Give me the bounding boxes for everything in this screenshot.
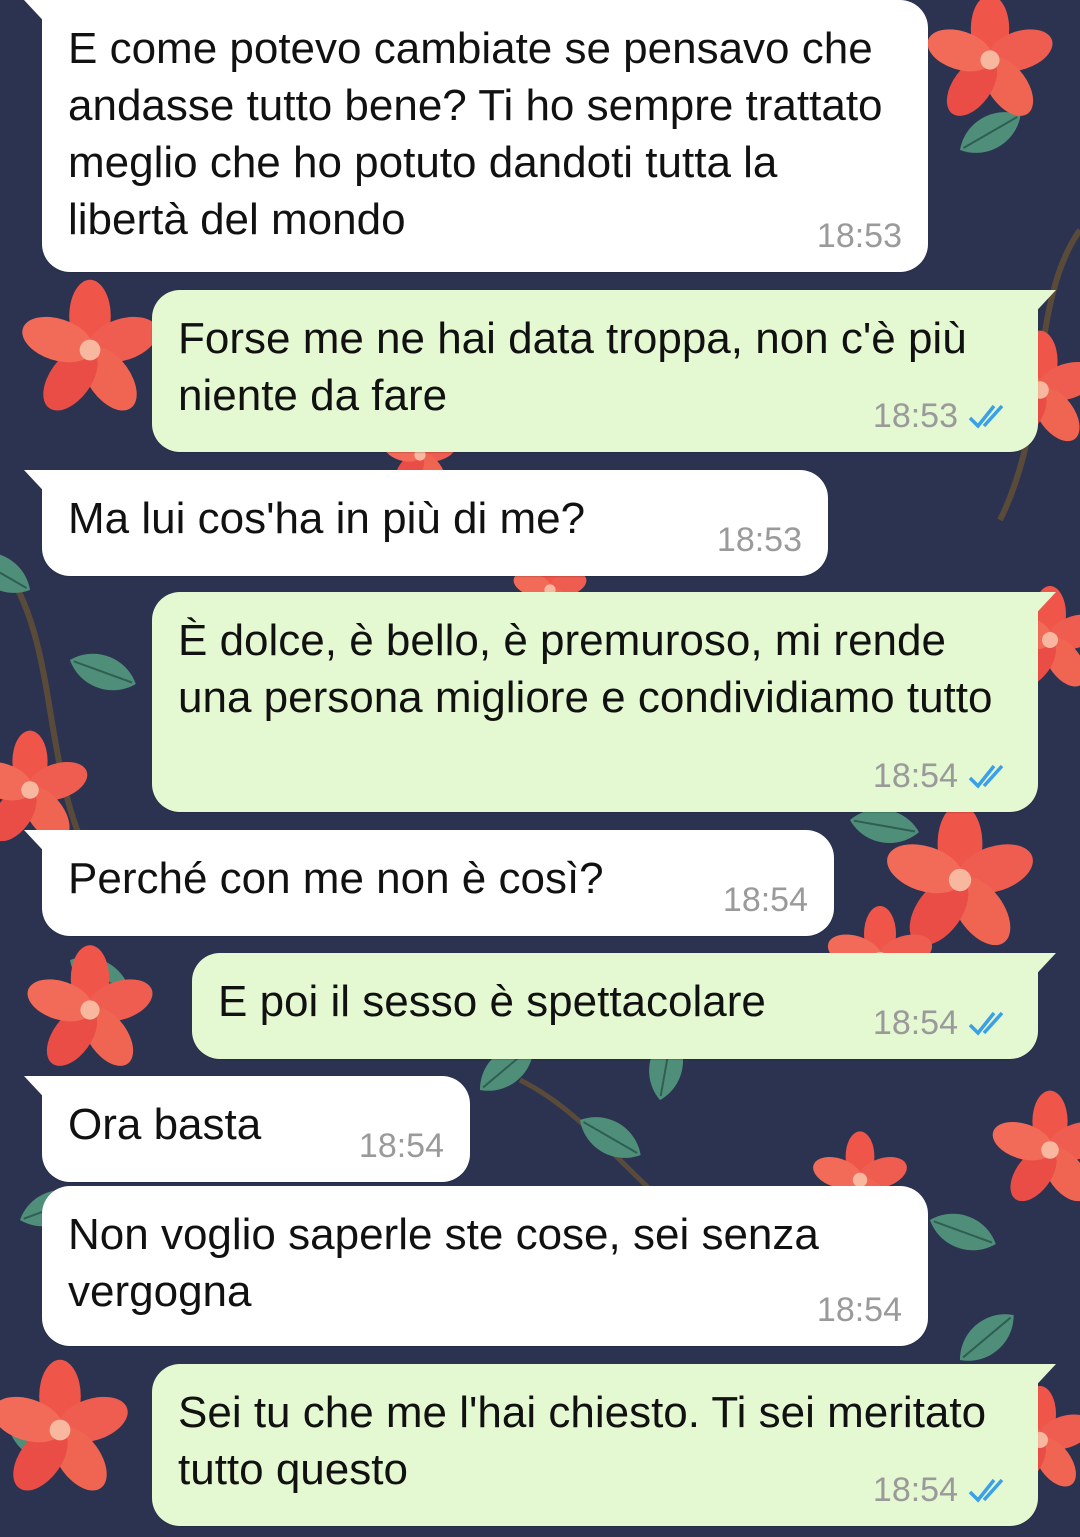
message-bubble-outgoing[interactable]: E poi il sesso è spettacolare 18:54 bbox=[192, 953, 1056, 1059]
bubble-tail bbox=[24, 0, 52, 30]
message-bubble-outgoing[interactable]: Forse me ne hai data troppa, non c'è più… bbox=[152, 290, 1056, 452]
message-bubble-outgoing[interactable]: Sei tu che me l'hai chiesto. Ti sei meri… bbox=[152, 1364, 1056, 1526]
message-time: 18:54 bbox=[358, 1127, 444, 1165]
message-meta: 18:54 bbox=[817, 1290, 902, 1330]
bubble-tail bbox=[1028, 290, 1056, 320]
bubble-tail bbox=[24, 470, 52, 500]
message-meta: 18:53 bbox=[873, 396, 1012, 436]
bubble-tail bbox=[1028, 1364, 1056, 1394]
bubble-tail bbox=[24, 830, 52, 860]
message-bubble-incoming[interactable]: Ma lui cos'ha in più di me? 18:53 bbox=[24, 470, 828, 576]
message-text: È dolce, è bello, è premuroso, mi rende … bbox=[178, 616, 993, 722]
message-meta: 18:54 bbox=[723, 880, 808, 920]
bubble-tail bbox=[24, 1076, 52, 1106]
double-check-icon bbox=[968, 764, 1004, 789]
message-meta: 18:54 bbox=[873, 1470, 1012, 1510]
message-time: 18:54 bbox=[872, 757, 958, 795]
message-bubble-incoming[interactable]: Perché con me non è così? 18:54 bbox=[24, 830, 834, 936]
message-text: E come potevo cambiate se pensavo che an… bbox=[68, 24, 895, 244]
message-text: Perché con me non è così? bbox=[68, 854, 604, 903]
message-text: Ma lui cos'ha in più di me? bbox=[68, 494, 586, 543]
message-time: 18:54 bbox=[872, 1004, 958, 1042]
message-meta: 18:53 bbox=[717, 520, 802, 560]
message-bubble-incoming[interactable]: Ora basta 18:54 bbox=[24, 1076, 470, 1182]
message-text: Non voglio saperle ste cose, sei senza v… bbox=[68, 1210, 832, 1316]
message-meta: 18:54 bbox=[873, 1003, 1012, 1043]
message-bubble-outgoing[interactable]: È dolce, è bello, è premuroso, mi rende … bbox=[152, 592, 1056, 812]
message-meta: 18:53 bbox=[817, 216, 902, 256]
double-check-icon bbox=[968, 1478, 1004, 1503]
message-time: 18:54 bbox=[816, 1291, 902, 1329]
message-time: 18:53 bbox=[816, 217, 902, 255]
message-time: 18:53 bbox=[716, 521, 802, 559]
message-bubble-incoming[interactable]: E come potevo cambiate se pensavo che an… bbox=[24, 0, 928, 272]
message-time: 18:54 bbox=[722, 881, 808, 919]
message-meta: 18:54 bbox=[359, 1126, 444, 1166]
bubble-tail bbox=[1028, 953, 1056, 983]
message-bubble-incoming[interactable]: Non voglio saperle ste cose, sei senza v… bbox=[42, 1186, 928, 1346]
bubble-tail bbox=[1028, 592, 1056, 622]
message-time: 18:54 bbox=[872, 1471, 958, 1509]
message-time: 18:53 bbox=[872, 397, 958, 435]
message-meta: 18:54 bbox=[873, 756, 1012, 796]
double-check-icon bbox=[968, 404, 1004, 429]
double-check-icon bbox=[968, 1011, 1004, 1036]
